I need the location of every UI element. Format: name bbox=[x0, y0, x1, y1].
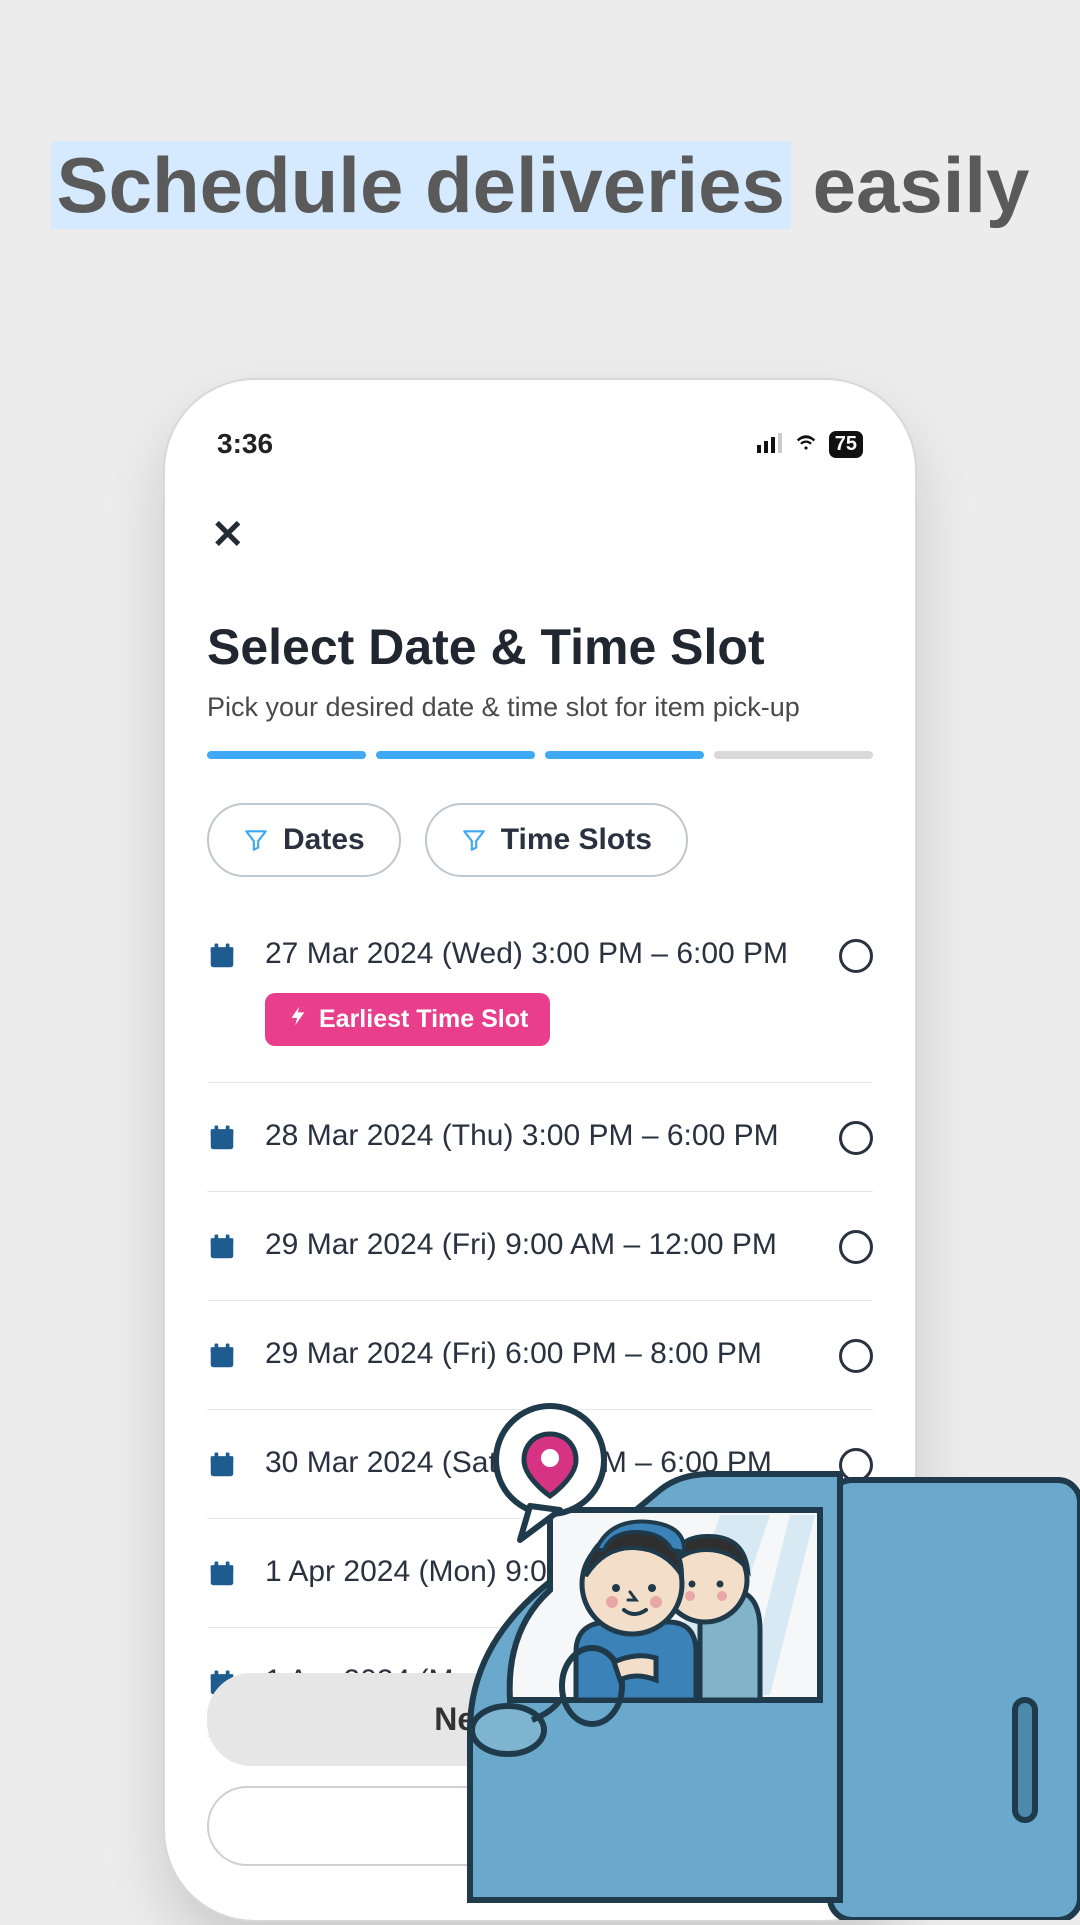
slot-content: 29 Mar 2024 (Fri) 6:00 PM – 8:00 PM bbox=[265, 1337, 811, 1371]
time-slot-row[interactable]: 29 Mar 2024 (Fri) 9:00 AM – 12:00 PM bbox=[207, 1192, 873, 1301]
slot-content: 27 Mar 2024 (Wed) 3:00 PM – 6:00 PM Earli… bbox=[265, 937, 811, 1046]
refresh-icon bbox=[525, 1809, 555, 1844]
page-subtitle: Pick your desired date & time slot for i… bbox=[207, 692, 873, 723]
headline-rest: easily bbox=[813, 141, 1030, 229]
progress-segment bbox=[376, 751, 535, 759]
slot-content: 30 Mar 2024 (Sat) 3:00 PM – 6:00 PM bbox=[265, 1446, 811, 1480]
filter-timeslots-label: Time Slots bbox=[501, 823, 652, 857]
battery-icon: 75 bbox=[829, 431, 863, 458]
filter-dates-button[interactable]: Dates bbox=[207, 803, 401, 877]
marketing-headline: Schedule deliveries easily bbox=[0, 140, 1080, 231]
calendar-icon bbox=[207, 941, 237, 971]
phone-frame: 3:36 75 ✕ Select Date & Time Slot Pick y… bbox=[165, 380, 915, 1920]
time-slot-row[interactable]: 29 Mar 2024 (Fri) 6:00 PM – 8:00 PM bbox=[207, 1301, 873, 1410]
time-slot-row[interactable]: 30 Mar 2024 (Sat) 3:00 PM – 6:00 PM bbox=[207, 1410, 873, 1519]
slot-text: 1 Apr 2024 (Mon) 9:00 bbox=[265, 1555, 811, 1589]
funnel-icon bbox=[243, 827, 269, 853]
time-slot-row[interactable]: 28 Mar 2024 (Thu) 3:00 PM – 6:00 PM bbox=[207, 1083, 873, 1192]
slot-content: 28 Mar 2024 (Thu) 3:00 PM – 6:00 PM bbox=[265, 1119, 811, 1153]
progress-bar bbox=[207, 751, 873, 759]
slot-list: 27 Mar 2024 (Wed) 3:00 PM – 6:00 PM Earli… bbox=[207, 917, 873, 1737]
filter-timeslots-button[interactable]: Time Slots bbox=[425, 803, 688, 877]
slot-radio[interactable] bbox=[839, 1448, 873, 1482]
page-title: Select Date & Time Slot bbox=[207, 618, 873, 676]
time-slot-row[interactable]: 27 Mar 2024 (Wed) 3:00 PM – 6:00 PM Earli… bbox=[207, 917, 873, 1083]
signal-icon bbox=[757, 428, 783, 460]
time-slot-row[interactable]: 1 Apr 2024 (Mon) 9:00 bbox=[207, 1519, 873, 1628]
slot-radio[interactable] bbox=[839, 1230, 873, 1264]
wifi-icon bbox=[793, 428, 819, 460]
funnel-icon bbox=[461, 827, 487, 853]
phone-screen: 3:36 75 ✕ Select Date & Time Slot Pick y… bbox=[179, 394, 901, 1906]
calendar-icon bbox=[207, 1232, 237, 1262]
slot-radio[interactable] bbox=[839, 1339, 873, 1373]
progress-segment bbox=[545, 751, 704, 759]
slot-text: 30 Mar 2024 (Sat) 3:00 PM – 6:00 PM bbox=[265, 1446, 811, 1480]
slot-text: 27 Mar 2024 (Wed) 3:00 PM – 6:00 PM bbox=[265, 937, 811, 971]
status-right: 75 bbox=[757, 428, 863, 460]
calendar-icon bbox=[207, 1450, 237, 1480]
earliest-badge-label: Earliest Time Slot bbox=[319, 1005, 528, 1034]
slot-text: 29 Mar 2024 (Fri) 6:00 PM – 8:00 PM bbox=[265, 1337, 811, 1371]
filter-row: Dates Time Slots bbox=[207, 803, 873, 877]
calendar-icon bbox=[207, 1123, 237, 1153]
secondary-button[interactable] bbox=[207, 1786, 873, 1866]
close-button[interactable]: ✕ bbox=[207, 512, 245, 558]
slot-content: 1 Apr 2024 (Mon) 9:00 bbox=[265, 1555, 811, 1589]
slot-radio[interactable] bbox=[839, 939, 873, 973]
slot-content: 29 Mar 2024 (Fri) 9:00 AM – 12:00 PM bbox=[265, 1228, 811, 1262]
earliest-badge: Earliest Time Slot bbox=[265, 993, 550, 1046]
headline-accent: Schedule deliveries bbox=[51, 141, 791, 229]
next-button[interactable]: Next: Confirm bbox=[207, 1673, 873, 1766]
bolt-icon bbox=[287, 1005, 309, 1034]
filter-dates-label: Dates bbox=[283, 823, 365, 857]
status-bar: 3:36 75 bbox=[207, 422, 873, 466]
progress-segment bbox=[714, 751, 873, 759]
slot-text: 29 Mar 2024 (Fri) 9:00 AM – 12:00 PM bbox=[265, 1228, 811, 1262]
slot-radio[interactable] bbox=[839, 1557, 873, 1591]
status-time: 3:36 bbox=[217, 428, 273, 460]
slot-radio[interactable] bbox=[839, 1121, 873, 1155]
slot-text: 28 Mar 2024 (Thu) 3:00 PM – 6:00 PM bbox=[265, 1119, 811, 1153]
calendar-icon bbox=[207, 1341, 237, 1371]
calendar-icon bbox=[207, 1559, 237, 1589]
progress-segment bbox=[207, 751, 366, 759]
